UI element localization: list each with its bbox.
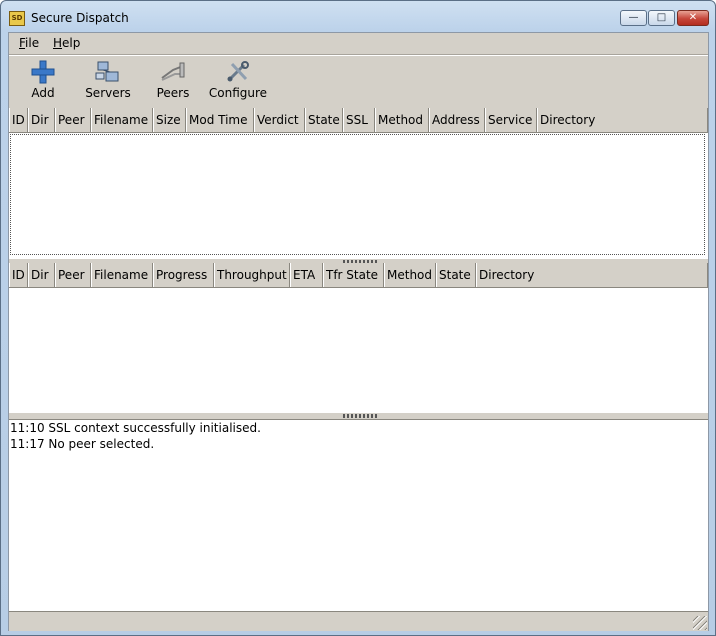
transfer-col-directory[interactable]: Directory	[476, 263, 708, 287]
queue-table[interactable]: ID Dir Peer Filename Size Mod Time Verdi…	[9, 108, 708, 260]
close-button[interactable]: ✕	[677, 10, 709, 26]
configure-label: Configure	[208, 86, 268, 100]
queue-col-verdict[interactable]: Verdict	[254, 108, 305, 132]
transfer-col-id[interactable]: ID	[9, 263, 28, 287]
menu-bar: File Help	[9, 33, 708, 55]
queue-col-method[interactable]: Method	[375, 108, 429, 132]
log-panel[interactable]: 11:10 SSL context successfully initialis…	[9, 419, 708, 611]
transfer-table-body[interactable]	[9, 288, 708, 411]
wrench-icon	[227, 61, 249, 82]
toolbar: Add Servers Peers Configure	[9, 55, 708, 109]
log-line: 11:17 No peer selected.	[10, 437, 155, 451]
app-icon: SD	[9, 11, 25, 26]
add-label: Add	[31, 86, 55, 100]
queue-col-directory[interactable]: Directory	[537, 108, 708, 132]
peers-label: Peers	[156, 86, 190, 100]
servers-button[interactable]: Servers	[83, 60, 133, 100]
transfer-col-eta[interactable]: ETA	[290, 263, 323, 287]
menu-file[interactable]: File	[19, 36, 39, 50]
splitter-grip-lower[interactable]	[343, 414, 379, 418]
queue-table-body[interactable]	[10, 134, 705, 255]
transfer-table[interactable]: ID Dir Peer Filename Progress Throughput…	[9, 263, 708, 415]
transfer-col-dir[interactable]: Dir	[28, 263, 55, 287]
servers-icon	[95, 61, 119, 82]
transfer-col-throughput[interactable]: Throughput	[214, 263, 290, 287]
queue-table-header: ID Dir Peer Filename Size Mod Time Verdi…	[9, 108, 708, 133]
peers-button[interactable]: Peers	[153, 60, 193, 100]
queue-col-service[interactable]: Service	[485, 108, 537, 132]
window-title: Secure Dispatch	[31, 11, 129, 25]
add-button[interactable]: Add	[28, 60, 58, 100]
transfer-table-header: ID Dir Peer Filename Progress Throughput…	[9, 263, 708, 288]
minimize-button[interactable]: —	[620, 10, 647, 26]
app-window: SD Secure Dispatch — □ ✕ File Help Add S…	[0, 0, 716, 636]
log-line: 11:10 SSL context successfully initialis…	[10, 421, 261, 435]
queue-col-size[interactable]: Size	[153, 108, 186, 132]
queue-col-id[interactable]: ID	[9, 108, 28, 132]
queue-col-address[interactable]: Address	[429, 108, 485, 132]
queue-col-mod-time[interactable]: Mod Time	[186, 108, 254, 132]
transfer-col-progress[interactable]: Progress	[153, 263, 214, 287]
queue-col-ssl[interactable]: SSL	[343, 108, 375, 132]
transfer-col-state[interactable]: State	[436, 263, 476, 287]
resize-grip-icon[interactable]	[693, 616, 707, 630]
menu-file-label: ile	[25, 36, 40, 50]
servers-label: Servers	[85, 86, 131, 100]
transfer-col-method[interactable]: Method	[384, 263, 436, 287]
menu-help[interactable]: Help	[53, 36, 80, 50]
plus-icon	[31, 60, 55, 84]
transfer-col-tfr-state[interactable]: Tfr State	[323, 263, 384, 287]
status-bar	[9, 611, 708, 631]
queue-col-state[interactable]: State	[305, 108, 343, 132]
menu-help-accel: H	[53, 36, 63, 50]
transfer-col-filename[interactable]: Filename	[91, 263, 153, 287]
queue-col-peer[interactable]: Peer	[55, 108, 91, 132]
queue-col-dir[interactable]: Dir	[28, 108, 55, 132]
client-area: File Help Add Servers Peers Configure ID…	[8, 32, 709, 631]
queue-col-filename[interactable]: Filename	[91, 108, 153, 132]
menu-help-label: elp	[62, 36, 81, 50]
peers-icon	[161, 62, 185, 81]
configure-button[interactable]: Configure	[208, 60, 268, 100]
maximize-button[interactable]: □	[648, 10, 675, 26]
title-bar[interactable]: SD Secure Dispatch — □ ✕	[1, 1, 715, 33]
transfer-col-peer[interactable]: Peer	[55, 263, 91, 287]
